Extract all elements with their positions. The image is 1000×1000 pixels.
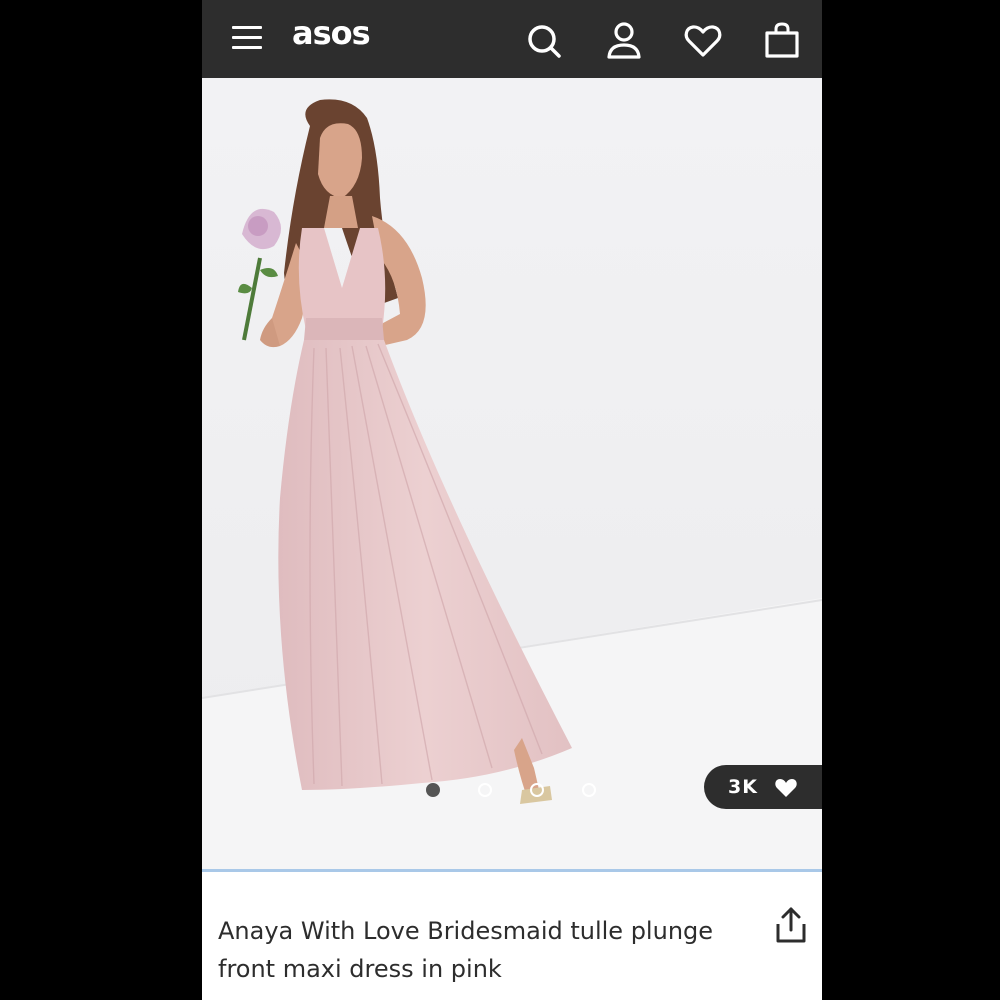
image-divider [202, 869, 822, 872]
app-screen: asos 3K Anaya With Love Bridesmaid tulle… [202, 0, 822, 1000]
wishlist-icon[interactable] [683, 20, 723, 60]
account-icon[interactable] [604, 20, 644, 60]
top-nav-bar: asos [202, 0, 822, 78]
heart-icon [775, 779, 797, 797]
carousel-dot-4[interactable] [582, 783, 596, 797]
share-icon[interactable] [774, 906, 808, 944]
menu-icon[interactable] [232, 26, 262, 50]
saved-count-badge[interactable]: 3K [704, 765, 822, 809]
saved-count: 3K [728, 776, 758, 798]
carousel-dot-2[interactable] [478, 783, 492, 797]
product-image[interactable]: 3K [202, 78, 822, 870]
bag-icon[interactable] [762, 20, 802, 60]
carousel-dot-3[interactable] [530, 783, 544, 797]
asos-logo[interactable]: asos [292, 14, 371, 52]
product-photo-illustration [202, 78, 822, 870]
product-title: Anaya With Love Bridesmaid tulle plunge … [218, 917, 714, 983]
search-icon[interactable] [524, 20, 564, 60]
carousel-dot-1[interactable] [426, 783, 440, 797]
